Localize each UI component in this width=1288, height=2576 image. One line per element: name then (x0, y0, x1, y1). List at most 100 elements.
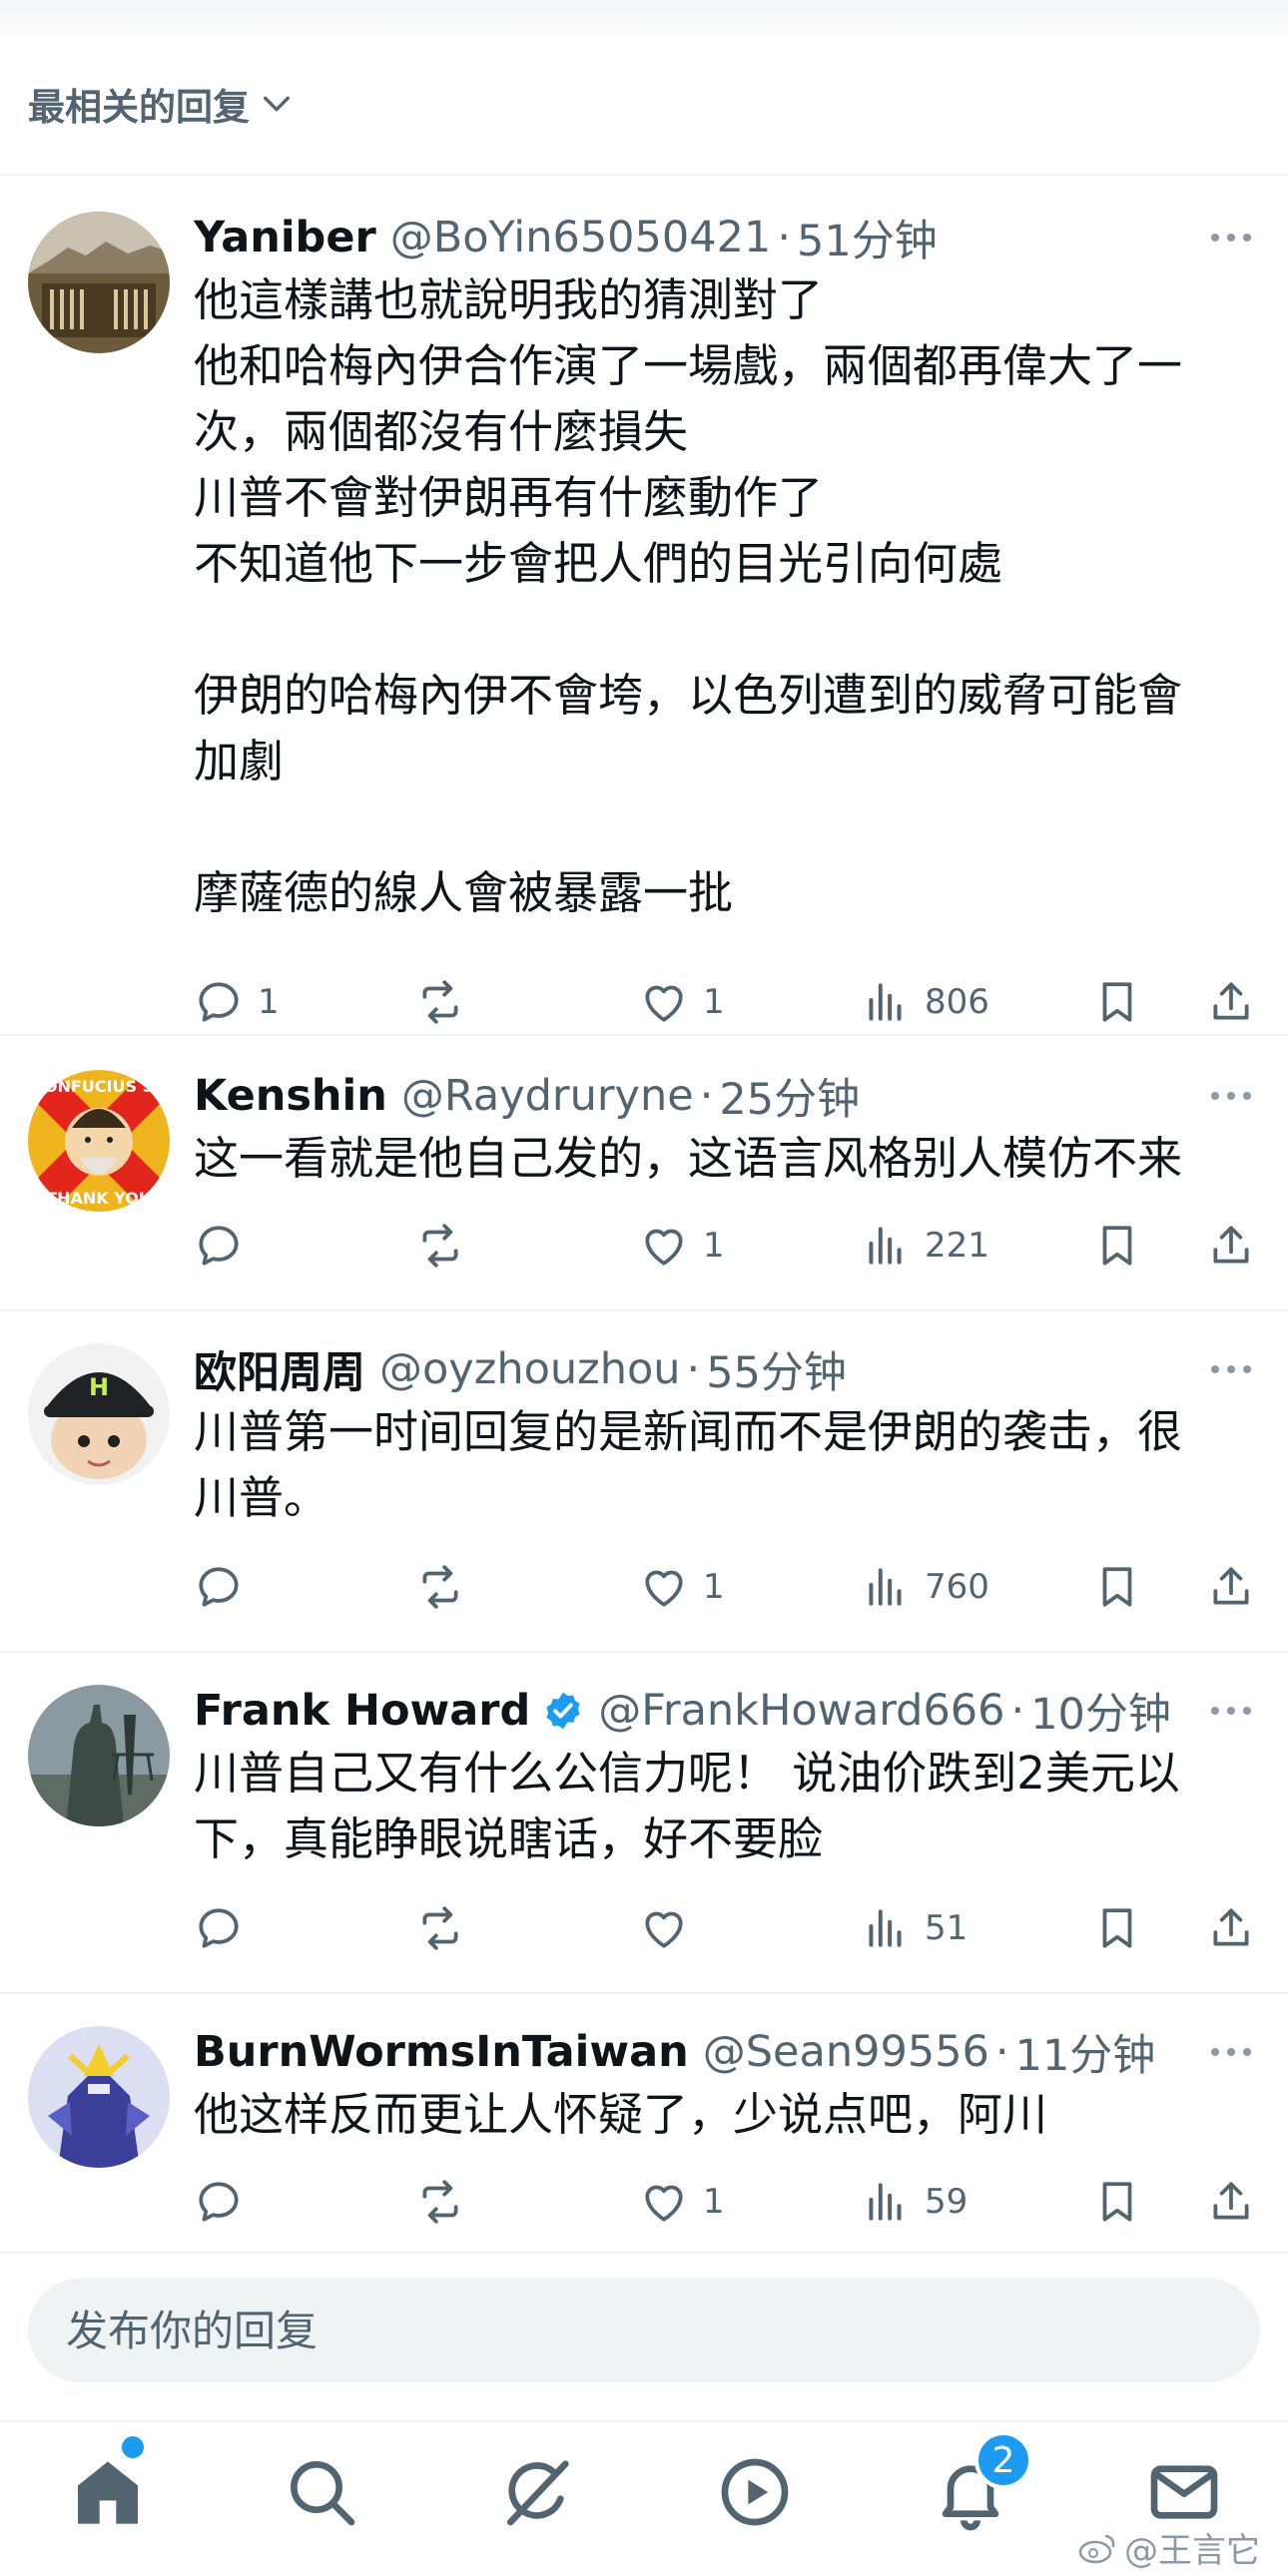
avatar[interactable]: ONFUCIUS S THANK YOU (28, 1070, 170, 1212)
repost-button[interactable] (415, 1214, 479, 1278)
reply-button[interactable]: 1 (194, 970, 280, 1034)
repost-button[interactable] (415, 1555, 479, 1619)
bookmark-button[interactable] (1092, 970, 1142, 1034)
bookmark-icon (1102, 1567, 1132, 1607)
reply-button[interactable] (194, 1896, 258, 1960)
separator-dot: · (699, 1071, 714, 1121)
timestamp[interactable]: 11分钟 (1015, 2021, 1156, 2083)
repost-icon (422, 980, 458, 1024)
more-button[interactable] (1206, 1076, 1256, 1116)
reply-button[interactable] (194, 1214, 258, 1278)
reply-icon (199, 1908, 239, 1948)
like-button[interactable]: 1 (639, 970, 725, 1034)
reply-count: 1 (258, 982, 280, 1022)
tab-grok[interactable] (497, 2452, 577, 2532)
tab-home[interactable] (68, 2452, 148, 2532)
more-button[interactable] (1206, 1349, 1256, 1389)
repost-icon (422, 2180, 458, 2224)
text-line: 川普不會對伊朗再有什麼動作了 (194, 471, 824, 524)
reply-composer[interactable] (28, 2279, 1260, 2382)
tab-messages[interactable] (1144, 2452, 1224, 2532)
text-line: 他这样反而更让人怀疑了，少说点吧，阿川 (194, 2088, 1048, 2141)
like-button[interactable] (639, 1896, 703, 1960)
views-icon (869, 1909, 902, 1947)
handle[interactable]: @Raydruryne (401, 1071, 694, 1121)
text-line: 川普自己又有什么公信力呢！ 说油价跌到2美元以 (194, 1747, 1180, 1800)
tab-video[interactable] (715, 2452, 795, 2532)
views-button[interactable]: 59 (861, 2170, 967, 2234)
avatar-caption-top: ONFUCIUS S (44, 1077, 154, 1096)
share-button[interactable] (1206, 1555, 1256, 1619)
timestamp[interactable]: 55分钟 (706, 1338, 847, 1400)
display-name[interactable]: Yaniber (194, 213, 376, 262)
text-line: 川普第一时间回复的是新闻而不是伊朗的袭击，很 (194, 1405, 1183, 1458)
views-icon (869, 2183, 902, 2221)
share-button[interactable] (1206, 1896, 1256, 1960)
like-button[interactable]: 1 (639, 1555, 725, 1619)
views-count: 59 (925, 2182, 968, 2222)
reply-icon (199, 1226, 239, 1266)
text-line: 加劇 (194, 735, 285, 787)
share-button[interactable] (1206, 2170, 1256, 2234)
bookmark-button[interactable] (1092, 1214, 1142, 1278)
avatar[interactable] (28, 212, 170, 353)
bookmark-icon (1102, 982, 1132, 1022)
repost-button[interactable] (415, 2170, 479, 2234)
display-name[interactable]: Frank Howard (194, 1686, 530, 1736)
handle[interactable]: @FrankHoward666 (598, 1686, 1004, 1736)
avatar[interactable] (28, 2026, 170, 2168)
like-button[interactable]: 1 (639, 1214, 725, 1278)
display-name[interactable]: Kenshin (194, 1071, 387, 1121)
repost-button[interactable] (415, 1896, 479, 1960)
avatar[interactable]: H (28, 1343, 170, 1485)
text-line: 摩薩德的線人會被暴露一批 (194, 866, 734, 919)
display-name[interactable]: BurnWormsInTaiwan (194, 2027, 689, 2077)
handle[interactable]: @oyzhouzhou (379, 1344, 681, 1394)
views-button[interactable]: 806 (861, 970, 989, 1034)
bookmark-icon (1102, 1226, 1132, 1266)
reply-text: 他这样反而更让人怀疑了，少说点吧，阿川 (194, 2082, 1252, 2148)
views-button[interactable]: 221 (861, 1214, 989, 1278)
tab-search[interactable] (282, 2452, 361, 2532)
divider (0, 2252, 1288, 2254)
avatar[interactable] (28, 1685, 170, 1826)
more-icon (1211, 1365, 1251, 1373)
bookmark-button[interactable] (1092, 1555, 1142, 1619)
handle[interactable]: @Sean99556 (703, 2027, 989, 2077)
repost-button[interactable] (415, 970, 479, 1034)
reply-button[interactable] (194, 2170, 258, 2234)
text-line: 不知道他下一步會把人們的目光引向何處 (194, 537, 1003, 590)
like-icon (645, 1229, 683, 1266)
reply-input[interactable] (64, 2305, 1166, 2356)
chevron-down-icon (263, 96, 291, 112)
views-button[interactable]: 51 (861, 1896, 967, 1960)
sort-label: 最相关的回复 (28, 86, 250, 129)
share-icon (1213, 1567, 1249, 1605)
text-line: 伊朗的哈梅內伊不會垮，以色列遭到的威脅可能會 (194, 669, 1183, 722)
like-count: 1 (703, 982, 725, 1022)
views-button[interactable]: 760 (861, 1555, 989, 1619)
more-button[interactable] (1206, 2032, 1256, 2072)
share-button[interactable] (1206, 1214, 1256, 1278)
reply-button[interactable] (194, 1555, 258, 1619)
timestamp[interactable]: 25分钟 (719, 1065, 860, 1127)
views-icon (869, 1568, 902, 1606)
timestamp[interactable]: 51分钟 (797, 207, 938, 268)
more-button[interactable] (1206, 1691, 1256, 1731)
text-line: 次，兩個都沒有什麼損失 (194, 405, 689, 458)
more-button[interactable] (1206, 218, 1256, 258)
like-icon (645, 1570, 683, 1607)
home-icon (78, 2461, 138, 2524)
reply-header: 欧阳周周 @oyzhouzhou · 55分钟 (194, 1337, 847, 1401)
share-button[interactable] (1206, 970, 1256, 1034)
display-name[interactable]: 欧阳周周 (194, 1338, 365, 1400)
handle[interactable]: @BoYin65050421 (390, 213, 772, 262)
bookmark-button[interactable] (1092, 1896, 1142, 1960)
sort-selector[interactable]: 最相关的回复 (28, 74, 294, 134)
reply-icon (199, 982, 239, 1022)
bookmark-button[interactable] (1092, 2170, 1142, 2234)
views-count: 806 (925, 982, 989, 1022)
timestamp[interactable]: 10分钟 (1030, 1680, 1171, 1742)
like-button[interactable]: 1 (639, 2170, 725, 2234)
